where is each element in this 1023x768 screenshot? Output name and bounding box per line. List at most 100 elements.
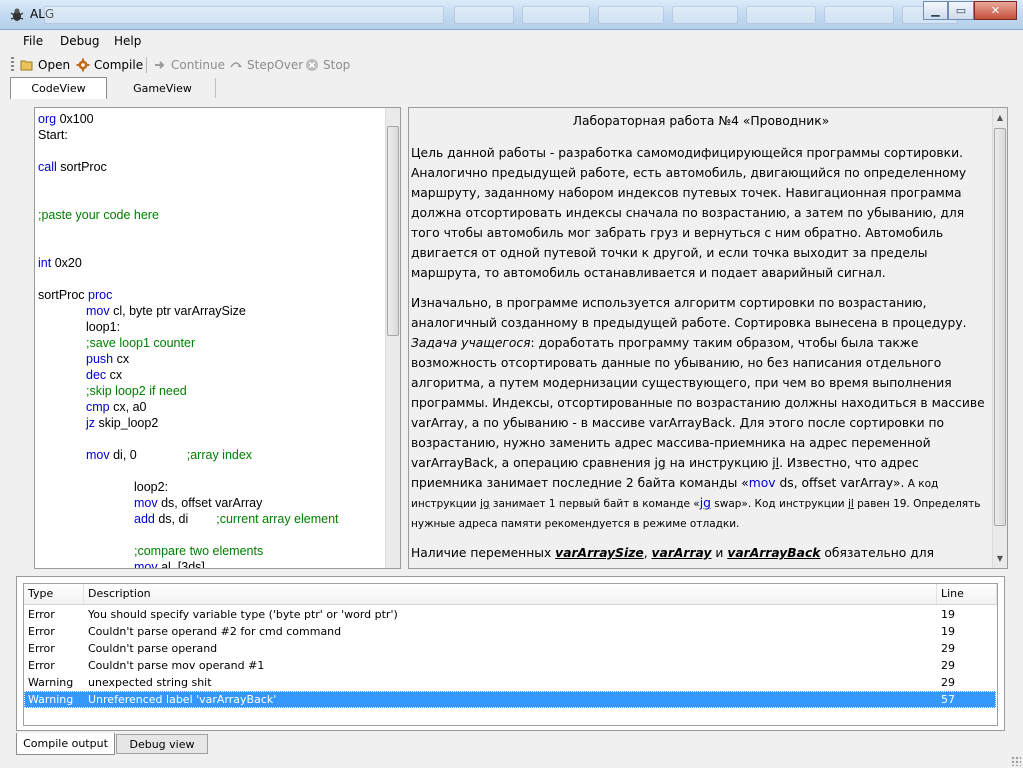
scroll-down-icon[interactable]: ▼	[993, 551, 1007, 566]
code-line[interactable]: int 0x20	[38, 255, 383, 271]
minimize-icon: ▁	[931, 4, 940, 17]
error-description-cell: Unreferenced label 'varArrayBack'	[88, 693, 277, 706]
code-scrollbar[interactable]	[385, 108, 400, 568]
code-editor[interactable]: org 0x100 Start: call sortProc ;paste your …	[34, 107, 401, 569]
description-scrollbar-thumb[interactable]	[994, 128, 1006, 526]
code-line[interactable]: ;skip loop2 if need	[38, 383, 383, 399]
task-label: Задача учащегося	[411, 336, 531, 350]
menu-file[interactable]: File	[23, 34, 43, 48]
code-line[interactable]: mov di, 0 ;array index	[38, 447, 383, 463]
code-line[interactable]: loop1:	[38, 319, 383, 335]
error-line-cell: 29	[941, 642, 955, 655]
code-line[interactable]: cmp cx, a0	[38, 399, 383, 415]
error-type-cell: Error	[28, 625, 55, 638]
tab-gameview[interactable]: GameView	[110, 78, 216, 98]
code-line[interactable]	[38, 527, 383, 543]
code-scrollbar-thumb[interactable]	[387, 126, 399, 336]
error-line-cell: 19	[941, 625, 955, 638]
stepover-button[interactable]: StepOver	[229, 56, 303, 74]
stop-icon	[306, 59, 318, 71]
view-tabs: CodeView GameView	[0, 77, 1023, 99]
menu-debug[interactable]: Debug	[60, 34, 99, 48]
continue-button[interactable]: Continue	[153, 56, 225, 74]
tab-debug-view[interactable]: Debug view	[116, 734, 208, 754]
column-description[interactable]: Description	[84, 584, 937, 604]
error-description-cell: Couldn't parse operand #2 for cmd comman…	[88, 625, 342, 638]
code-line[interactable]	[38, 191, 383, 207]
stepover-icon	[230, 62, 242, 68]
task-description-panel: Лабораторная работа №4 «Проводник» Цель …	[408, 107, 1008, 569]
error-type-cell: Warning	[28, 693, 74, 706]
title-bar: ALG ▁ ▭ ✕	[0, 0, 1023, 30]
code-line[interactable]: mov cl, byte ptr varArraySize	[38, 303, 383, 319]
error-type-cell: Warning	[28, 676, 74, 689]
error-line-cell: 29	[941, 676, 955, 689]
code-line[interactable]	[38, 463, 383, 479]
open-button-label: Open	[38, 58, 71, 72]
code-line[interactable]: add ds, di ;current array element	[38, 511, 383, 527]
scroll-up-icon[interactable]: ▲	[993, 110, 1007, 125]
menu-help[interactable]: Help	[114, 34, 141, 48]
code-line[interactable]: sortProc proc	[38, 287, 383, 303]
compile-button-label: Compile	[94, 58, 144, 72]
error-line-cell: 19	[941, 608, 955, 621]
error-description-cell: unexpected string shit	[88, 676, 212, 689]
code-line[interactable]: mov ds, offset varArray	[38, 495, 383, 511]
error-line-cell: 29	[941, 659, 955, 672]
description-paragraph-1: Цель данной работы - разработка самомоди…	[411, 146, 967, 280]
compile-button[interactable]: Compile	[76, 56, 143, 74]
description-paragraph-3: Наличие переменных varArraySize, varArra…	[411, 546, 934, 568]
code-line[interactable]: call sortProc	[38, 159, 383, 175]
code-line[interactable]: push cx	[38, 351, 383, 367]
error-list-header: Type Description Line	[24, 584, 997, 605]
close-button[interactable]: ✕	[974, 1, 1017, 20]
code-line[interactable]	[38, 175, 383, 191]
error-description-cell: You should specify variable type ('byte …	[88, 608, 398, 621]
menu-bar: File Debug Help	[0, 30, 1023, 52]
open-button[interactable]: Open	[20, 56, 70, 74]
stop-button[interactable]: Stop	[305, 56, 350, 74]
error-description-cell: Couldn't parse mov operand #1	[88, 659, 265, 672]
error-description-cell: Couldn't parse operand	[88, 642, 218, 655]
error-row[interactable]: Warning unexpected string shit 29	[24, 674, 996, 691]
resize-grip[interactable]	[1011, 756, 1021, 766]
code-line[interactable]: ;compare two elements	[38, 543, 383, 559]
code-line[interactable]: jz skip_loop2	[38, 415, 383, 431]
tab-codeview[interactable]: CodeView	[10, 77, 107, 99]
description-scrollbar[interactable]: ▲ ▼	[992, 108, 1007, 568]
code-line[interactable]	[38, 271, 383, 287]
code-line[interactable]	[38, 143, 383, 159]
minimize-button[interactable]: ▁	[923, 1, 948, 20]
code-line[interactable]	[38, 239, 383, 255]
code-line[interactable]: loop2:	[38, 479, 383, 495]
column-line[interactable]: Line	[937, 584, 997, 604]
code-line[interactable]: mov al, [3ds]	[38, 559, 383, 568]
code-line[interactable]: dec cx	[38, 367, 383, 383]
continue-button-label: Continue	[171, 58, 225, 72]
error-row[interactable]: Error Couldn't parse mov operand #1 29	[24, 657, 996, 674]
maximize-button[interactable]: ▭	[948, 1, 974, 20]
code-text[interactable]: org 0x100 Start: call sortProc ;paste your …	[38, 111, 383, 568]
output-tabs: Compile output Debug view	[0, 733, 1023, 755]
column-type[interactable]: Type	[24, 584, 84, 604]
error-row[interactable]: Error Couldn't parse operand 29	[24, 640, 996, 657]
code-line[interactable]: org 0x100	[38, 111, 383, 127]
error-row[interactable]: Warning Unreferenced label 'varArrayBack'…	[24, 691, 996, 708]
maximize-icon: ▭	[955, 4, 967, 17]
stop-button-label: Stop	[323, 58, 351, 72]
code-line[interactable]	[38, 223, 383, 239]
continue-arrow-icon	[155, 61, 165, 69]
code-line[interactable]: Start:	[38, 127, 383, 143]
error-row[interactable]: Error You should specify variable type ('…	[24, 606, 996, 623]
code-line[interactable]: ;save loop1 counter	[38, 335, 383, 351]
code-line[interactable]: ;paste your code here	[38, 207, 383, 223]
error-list[interactable]: Type Description Line Error You should sp…	[23, 583, 998, 726]
app-bug-icon	[10, 8, 24, 21]
compile-output-panel: Type Description Line Error You should sp…	[16, 576, 1005, 731]
toolbar-grip[interactable]	[11, 57, 14, 73]
tab-compile-output[interactable]: Compile output	[16, 733, 115, 755]
error-row[interactable]: Error Couldn't parse operand #2 for cmd c…	[24, 623, 996, 640]
code-line[interactable]	[38, 431, 383, 447]
toolbar: Open Compile Continue StepOver Stop	[0, 53, 1023, 77]
error-type-cell: Error	[28, 608, 55, 621]
